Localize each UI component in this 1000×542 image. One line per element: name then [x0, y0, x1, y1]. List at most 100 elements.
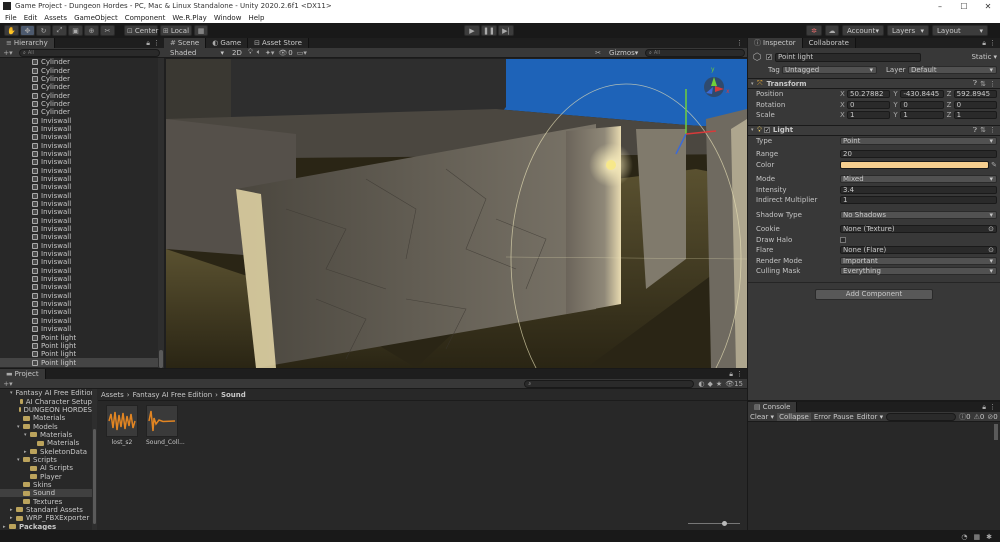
hierarchy-item[interactable]: Inviswall: [0, 133, 158, 141]
light-enabled-checkbox[interactable]: [763, 127, 770, 133]
transform-header[interactable]: ▾ ⤧ Transform ❓︎ ⇅ ⋮: [748, 78, 1000, 89]
project-tree-item[interactable]: ▾ Models: [0, 422, 92, 431]
active-checkbox[interactable]: [766, 54, 772, 60]
hierarchy-item[interactable]: Inviswall: [0, 192, 158, 200]
step-button[interactable]: ▶|: [498, 25, 514, 36]
filter-type-icon[interactable]: ◐: [698, 380, 704, 388]
hierarchy-item[interactable]: Cylinder: [0, 66, 158, 75]
project-tree-item[interactable]: Player: [0, 472, 92, 481]
scale-x-field[interactable]: 1: [847, 111, 891, 120]
project-tree-item[interactable]: DUNGEON HORDES: [0, 406, 92, 414]
error-count[interactable]: ⊘0: [987, 413, 997, 421]
hierarchy-search-input[interactable]: ⌕ All: [19, 48, 160, 57]
collab-button[interactable]: ✲: [806, 25, 822, 36]
hidden-packages-icon[interactable]: 👁︎ 15: [725, 380, 743, 388]
log-count[interactable]: ⓘ0: [959, 412, 970, 422]
hierarchy-item[interactable]: Point light: [0, 333, 158, 342]
breadcrumb-sound[interactable]: Sound: [221, 391, 246, 399]
hierarchy-item[interactable]: Inviswall: [0, 225, 158, 233]
hierarchy-item[interactable]: Cylinder: [0, 83, 158, 91]
draw-halo-checkbox[interactable]: [840, 236, 846, 243]
object-picker-icon[interactable]: ⊙: [988, 225, 994, 233]
project-tree-item[interactable]: ▸ Packages: [0, 523, 92, 530]
indirect-multiplier-field[interactable]: 1: [840, 196, 997, 205]
culling-mask-dropdown[interactable]: Everything ▾: [840, 267, 997, 276]
light-type-dropdown[interactable]: Point ▾: [840, 136, 997, 145]
project-tree-item[interactable]: ▸ SkeletonData: [0, 447, 92, 456]
layer-dropdown[interactable]: Default ▾: [908, 65, 997, 74]
more-options-icon[interactable]: ⋮: [153, 39, 160, 47]
tab-collaborate[interactable]: Collaborate: [802, 38, 856, 48]
help-icon[interactable]: ❓︎: [973, 79, 977, 88]
tab-asset-store[interactable]: ⊟ Asset Store: [248, 38, 309, 48]
range-field[interactable]: 20: [840, 150, 997, 159]
layout-dropdown[interactable]: Layout ▾: [932, 25, 988, 36]
hierarchy-item[interactable]: Inviswall: [0, 116, 158, 125]
thumbnail-size-slider[interactable]: [688, 521, 740, 526]
project-tree-item[interactable]: ▸ Standard Assets: [0, 506, 92, 514]
scene-search-input[interactable]: ⌕ All: [645, 48, 745, 57]
asset-item[interactable]: lost_s2: [106, 405, 138, 446]
object-picker-icon[interactable]: ⊙: [988, 246, 994, 254]
tab-console[interactable]: ▤ Console: [748, 402, 798, 412]
project-tree-item[interactable]: Materials: [0, 439, 92, 447]
menu-edit[interactable]: Edit: [24, 14, 38, 22]
mode-2d-toggle[interactable]: 2D: [232, 49, 242, 57]
pause-button[interactable]: ❚❚: [481, 25, 497, 36]
menu-werplay[interactable]: We.R.Play: [172, 14, 206, 22]
position-y-field[interactable]: -430.8445: [900, 90, 944, 99]
favorite-icon[interactable]: ★: [716, 380, 722, 388]
tree-scroll-thumb[interactable]: [93, 429, 96, 524]
hierarchy-item[interactable]: Inviswall: [0, 242, 158, 250]
more-options-icon[interactable]: ⋮: [989, 403, 996, 411]
menu-gameobject[interactable]: GameObject: [74, 14, 118, 22]
account-dropdown[interactable]: Account ▾: [842, 25, 884, 36]
hierarchy-item[interactable]: Inviswall: [0, 158, 158, 166]
flare-field[interactable]: None (Flare) ⊙: [840, 246, 997, 255]
light-mode-dropdown[interactable]: Mixed ▾: [840, 175, 997, 184]
hierarchy-item[interactable]: Inviswall: [0, 175, 158, 183]
position-z-field[interactable]: 592.8945: [953, 90, 997, 99]
help-icon[interactable]: ❓︎: [973, 126, 977, 135]
scene-viewport[interactable]: y x: [166, 59, 747, 368]
project-tree-item[interactable]: AI Scripts: [0, 464, 92, 472]
project-tree-item[interactable]: Materials: [0, 414, 92, 422]
project-search-input[interactable]: ⌕: [524, 379, 695, 388]
hierarchy-item[interactable]: Point light: [0, 358, 158, 367]
eyedropper-icon[interactable]: ✎: [991, 161, 997, 169]
hierarchy-item[interactable]: Point light: [0, 350, 158, 358]
project-tree-item[interactable]: Textures: [0, 497, 92, 506]
hierarchy-item[interactable]: Inviswall: [0, 300, 158, 308]
hierarchy-item[interactable]: Inviswall: [0, 308, 158, 316]
tag-dropdown[interactable]: Untagged ▾: [782, 65, 877, 74]
shading-mode-dropdown[interactable]: Shaded ▾: [166, 48, 228, 57]
hierarchy-item[interactable]: Inviswall: [0, 166, 158, 175]
more-options-icon[interactable]: ⋮: [736, 39, 743, 47]
cookie-field[interactable]: None (Texture) ⊙: [840, 225, 997, 234]
slider-handle[interactable]: [722, 521, 727, 526]
debug-icon[interactable]: ✱: [986, 533, 992, 541]
layers-dropdown[interactable]: Layers ▾: [887, 25, 929, 36]
scale-z-field[interactable]: 1: [953, 111, 997, 120]
project-tree-item[interactable]: ▾ Materials: [0, 431, 92, 439]
scale-y-field[interactable]: 1: [900, 111, 944, 120]
camera-icon[interactable]: ▭▾: [297, 49, 307, 57]
scale-tool-button[interactable]: ⤢: [52, 25, 67, 36]
hierarchy-item[interactable]: Inviswall: [0, 183, 158, 191]
hierarchy-item[interactable]: Cylinder: [0, 75, 158, 83]
project-tree-item[interactable]: ▾ Fantasy AI Free Edition: [0, 389, 92, 397]
lock-icon[interactable]: 🔒︎: [982, 403, 986, 412]
hierarchy-item[interactable]: Cylinder: [0, 108, 158, 116]
intensity-field[interactable]: 3.4: [840, 185, 997, 194]
effects-icon[interactable]: ✦▾: [265, 49, 274, 57]
progress-icon[interactable]: ◔: [961, 533, 967, 541]
hierarchy-item[interactable]: Inviswall: [0, 208, 158, 216]
hierarchy-item[interactable]: Inviswall: [0, 200, 158, 208]
hierarchy-item[interactable]: Inviswall: [0, 283, 158, 291]
warning-count[interactable]: ⚠0: [974, 413, 985, 421]
menu-component[interactable]: Component: [125, 14, 166, 22]
hierarchy-item[interactable]: Inviswall: [0, 292, 158, 300]
error-pause-toggle[interactable]: Error Pause: [814, 413, 854, 421]
hierarchy-item[interactable]: Inviswall: [0, 250, 158, 258]
hierarchy-item[interactable]: Inviswall: [0, 125, 158, 133]
